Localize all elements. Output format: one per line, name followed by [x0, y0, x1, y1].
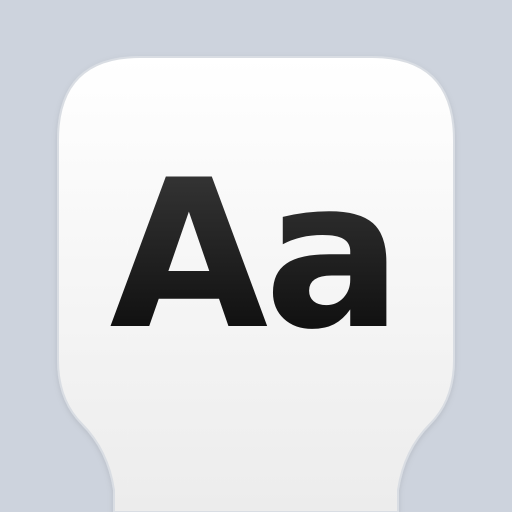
- app-icon: Aa: [0, 0, 512, 512]
- font-card-graphic: Aa: [57, 56, 455, 512]
- font-glyph-text: Aa: [110, 137, 399, 375]
